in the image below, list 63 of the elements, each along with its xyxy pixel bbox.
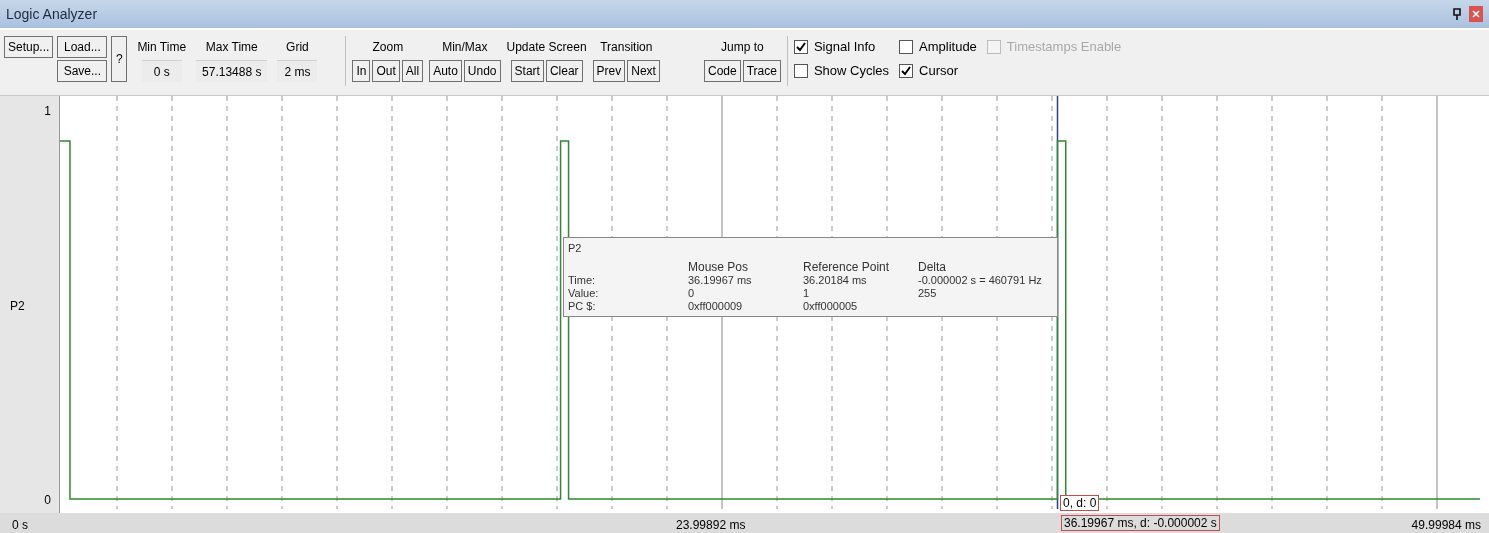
checkbox-label: Amplitude xyxy=(919,38,977,57)
popup-row-label: Time: xyxy=(568,274,597,287)
toolbar-button[interactable]: Code xyxy=(703,60,741,82)
group-label: Min/Max xyxy=(442,39,488,56)
popup-value: -0.000002 s = 460791 Hz xyxy=(918,274,1043,287)
toolbar-button[interactable]: All xyxy=(401,60,424,82)
readonly-field: 2 ms xyxy=(277,60,318,82)
toolbar-button[interactable]: Prev xyxy=(592,60,626,82)
popup-value: 1 xyxy=(803,287,811,300)
popup-value: 255 xyxy=(918,287,938,300)
toolbar-button[interactable]: Load... xyxy=(57,36,108,58)
group-label: Jump to xyxy=(721,39,764,56)
popup-value: 36.19967 ms xyxy=(688,274,753,287)
cursor-time-label: 36.19967 ms, d: -0.000002 s xyxy=(1061,515,1220,531)
checkbox[interactable] xyxy=(793,64,808,78)
time-axis-label: 49.99984 ms xyxy=(1411,517,1481,533)
group-label: Transition xyxy=(600,39,653,56)
popup-value: 0xff000009 xyxy=(688,300,744,313)
toolbar-button[interactable]: Save... xyxy=(57,60,108,82)
checkbox[interactable] xyxy=(899,40,914,54)
toolbar-button[interactable]: Out xyxy=(372,60,400,82)
window-title: Logic Analyzer xyxy=(6,4,98,24)
popup-row-label: Value: xyxy=(568,287,600,300)
close-icon[interactable] xyxy=(1469,6,1483,22)
field-label: Min Time xyxy=(137,39,187,56)
signal-name: P2 xyxy=(9,297,26,315)
checkbox[interactable] xyxy=(793,40,808,54)
readonly-field: 57.13488 s xyxy=(196,60,268,82)
popup-header: Mouse Pos xyxy=(688,261,750,274)
toolbar-button[interactable]: In xyxy=(352,60,371,82)
checkbox-label: Signal Info xyxy=(813,38,876,57)
checkbox-label: Cursor xyxy=(919,62,959,81)
popup-signal-name: P2 xyxy=(568,242,583,255)
check-icon xyxy=(901,66,912,76)
toolbar-button[interactable]: Undo xyxy=(463,60,501,82)
toolbar-button[interactable]: Trace xyxy=(742,60,781,82)
toolbar-button[interactable]: Start xyxy=(510,60,544,82)
popup-header: Reference Point xyxy=(803,261,891,274)
toolbar-button[interactable]: Setup... xyxy=(4,36,54,58)
popup-value: 0 xyxy=(688,287,696,300)
popup-header: Delta xyxy=(918,261,947,274)
toolbar-button[interactable]: Next xyxy=(627,60,660,82)
toolbar-button[interactable]: Clear xyxy=(545,60,583,82)
popup-value: 0xff000005 xyxy=(803,300,859,313)
time-axis-label: 0 s xyxy=(12,517,28,533)
cursor-value-label: 0, d: 0 xyxy=(1060,495,1100,511)
popup-row-label: PC $: xyxy=(568,300,597,313)
field-label: Grid xyxy=(286,39,309,56)
pin-icon[interactable] xyxy=(1453,8,1461,20)
field-label: Max Time xyxy=(205,39,258,56)
readonly-field: 0 s xyxy=(141,60,182,82)
time-axis-label: 23.99892 ms xyxy=(676,517,746,533)
help-button[interactable]: ? xyxy=(111,36,128,82)
toolbar-button[interactable]: Auto xyxy=(429,60,462,82)
axis-min-label: 0 xyxy=(43,492,52,509)
check-icon xyxy=(795,42,806,52)
checkbox-label: Timestamps Enable xyxy=(1006,38,1122,57)
group-label: Zoom xyxy=(372,39,404,56)
checkbox-label: Show Cycles xyxy=(813,62,890,81)
group-label: Update Screen xyxy=(506,39,587,56)
axis-max-label: 1 xyxy=(43,103,52,120)
checkbox[interactable] xyxy=(899,64,914,78)
popup-value: 36.20184 ms xyxy=(803,274,868,287)
